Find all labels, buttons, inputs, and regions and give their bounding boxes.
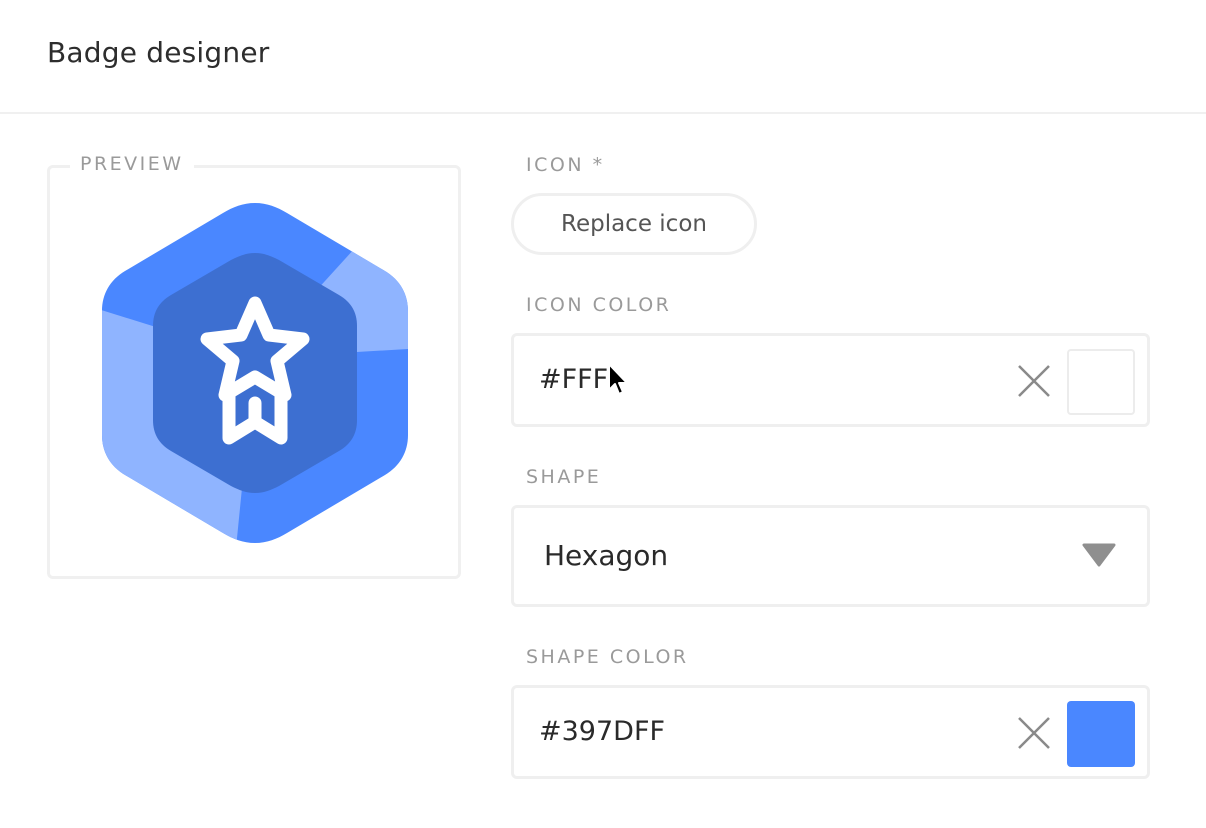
icon-color-swatch[interactable]	[1067, 349, 1135, 415]
page-title: Badge designer	[47, 36, 270, 69]
clear-shape-color-icon[interactable]	[1016, 715, 1052, 751]
preview-label: PREVIEW	[70, 153, 194, 175]
preview-panel: PREVIEW	[47, 153, 461, 579]
replace-icon-button[interactable]: Replace icon	[511, 193, 757, 255]
icon-color-input[interactable]: #FFF	[539, 336, 608, 424]
shape-color-label: SHAPE COLOR	[526, 646, 689, 668]
shape-select[interactable]: Hexagon	[511, 505, 1150, 607]
shape-color-swatch[interactable]	[1067, 701, 1135, 767]
caret-down-icon	[1082, 543, 1116, 567]
icon-color-label: ICON COLOR	[526, 294, 672, 316]
icon-label: ICON *	[526, 154, 605, 176]
shape-color-input[interactable]: #397DFF	[539, 688, 665, 776]
shape-color-field[interactable]: #397DFF	[511, 685, 1150, 779]
header: Badge designer	[0, 0, 1206, 114]
shape-selected-value: Hexagon	[544, 539, 669, 572]
clear-icon-color-icon[interactable]	[1016, 363, 1052, 399]
shape-label: SHAPE	[526, 466, 602, 488]
mouse-cursor-icon	[608, 363, 628, 395]
badge-preview	[102, 203, 408, 543]
